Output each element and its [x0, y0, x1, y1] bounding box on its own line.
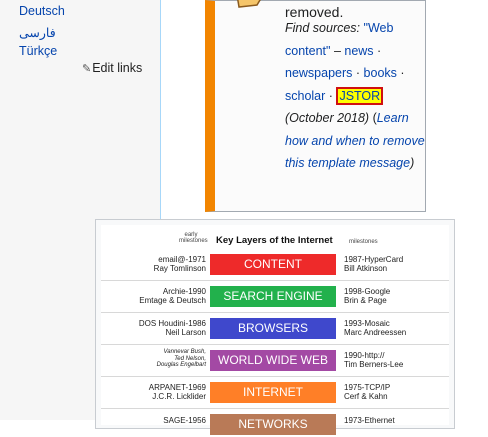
layer-bar: SEARCH ENGINE: [210, 286, 336, 307]
layer-row-world-wide-web: Vannevar Bush, Ted Nelson, Douglas Engelba…: [101, 349, 449, 373]
document-warning-icon: [237, 0, 261, 8]
jstor-link[interactable]: JSTOR: [336, 86, 384, 105]
edit-links-button[interactable]: ✎Edit links: [82, 61, 142, 75]
separator-dot: ·: [355, 66, 361, 80]
row-divider: [101, 312, 449, 313]
separator-dot: ·: [400, 66, 405, 80]
layer-milestone: 1975-TCP/IP Cerf & Kahn: [344, 383, 391, 401]
scholar-link[interactable]: scholar: [285, 89, 325, 103]
layer-early-milestone: Vannevar Bush, Ted Nelson, Douglas Engelba…: [156, 349, 206, 368]
newspapers-link[interactable]: newspapers: [285, 66, 352, 80]
layer-bar: INTERNET: [210, 382, 336, 403]
layer-bar: BROWSERS: [210, 318, 336, 339]
separator-dash: –: [333, 43, 341, 58]
layer-milestone: 1987-HyperCard Bill Atkinson: [344, 255, 404, 273]
layer-early-milestone: Archie-1990 Emtage & Deutsch: [139, 287, 206, 305]
layer-early-milestone: SAGE-1956: [163, 416, 206, 425]
message-removed-text: removed.: [285, 4, 344, 20]
layer-row-search-engine: Archie-1990 Emtage & Deutsch SEARCH ENGIN…: [101, 285, 449, 309]
row-divider: [101, 408, 449, 409]
books-link[interactable]: books: [364, 66, 397, 80]
message-box: removed. Find sources: "Web content" – n…: [205, 0, 426, 212]
layer-milestone: 1973-Ethernet: [344, 416, 395, 425]
language-link-farsi[interactable]: فارسی: [19, 25, 56, 40]
news-link[interactable]: news: [344, 44, 373, 58]
close-paren: ): [410, 156, 415, 170]
layer-row-content: email@-1971 Ray Tomlinson CONTENT 1987-Hy…: [101, 253, 449, 277]
layer-bar: NETWORKS: [210, 414, 336, 435]
pencil-icon: ✎: [82, 63, 92, 75]
layer-early-milestone: email@-1971 Ray Tomlinson: [153, 255, 206, 273]
early-milestones-label: early milestones: [179, 232, 208, 244]
message-date: (October 2018): [285, 111, 370, 125]
language-link-turkce[interactable]: Türkçe: [19, 44, 57, 58]
layer-early-milestone: ARPANET-1969 J.C.R. Licklider: [148, 383, 206, 401]
layer-row-browsers: DOS Houdini-1986 Neil Larson BROWSERS 199…: [101, 317, 449, 341]
milestones-label: milestones: [349, 239, 378, 245]
separator-dot: ·: [377, 43, 382, 58]
language-link-deutsch[interactable]: Deutsch: [19, 4, 65, 18]
figure-image: early milestones Key Layers of the Inter…: [101, 225, 449, 435]
layer-bar: WORLD WIDE WEB: [210, 350, 336, 371]
message-text: removed. Find sources: "Web content" – n…: [285, 4, 425, 170]
layer-bar: CONTENT: [210, 254, 336, 275]
internet-layers-figure[interactable]: early milestones Key Layers of the Inter…: [95, 219, 455, 435]
layer-early-milestone: DOS Houdini-1986 Neil Larson: [138, 319, 206, 337]
separator-dot: ·: [328, 88, 333, 103]
edit-links-label: Edit links: [92, 61, 143, 75]
layer-milestone: 1998-Google Brin & Page: [344, 287, 391, 305]
layer-row-internet: ARPANET-1969 J.C.R. Licklider INTERNET 19…: [101, 381, 449, 405]
row-divider: [101, 344, 449, 345]
layer-milestone: 1993-Mosaic Marc Andreessen: [344, 319, 407, 337]
layer-row-networks: SAGE-1956 NETWORKS 1973-Ethernet: [101, 413, 449, 437]
row-divider: [101, 376, 449, 377]
row-divider: [101, 280, 449, 281]
find-sources-label: Find sources:: [285, 21, 361, 35]
figure-title: Key Layers of the Internet: [216, 235, 333, 246]
layer-milestone: 1990-http://Tim Berners-Lee: [344, 351, 404, 369]
